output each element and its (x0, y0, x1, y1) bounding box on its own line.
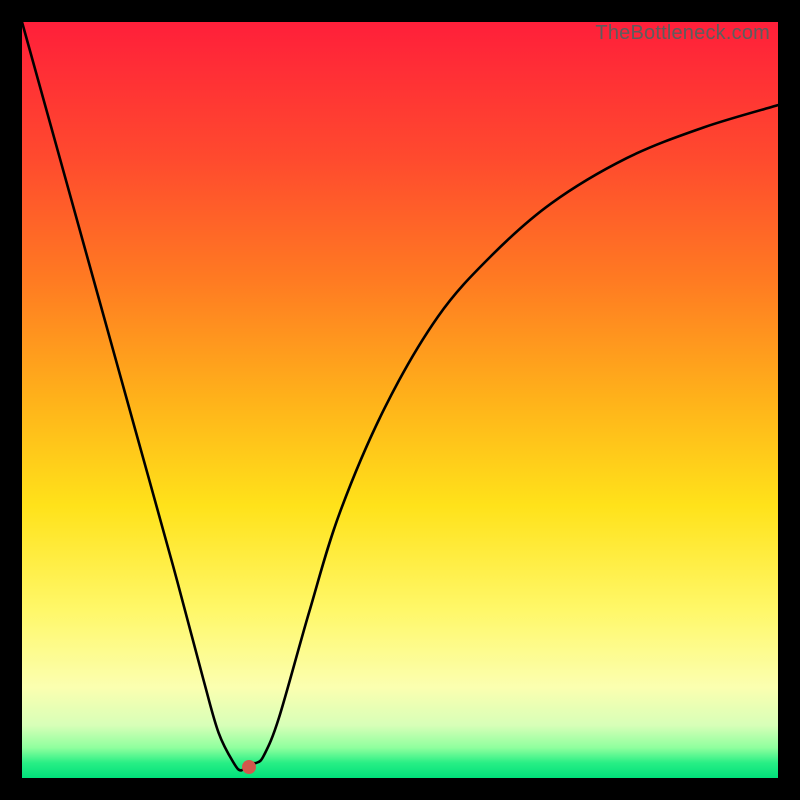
optimal-marker (242, 760, 256, 774)
bottleneck-curve (22, 22, 778, 778)
plot-area: TheBottleneck.com (22, 22, 778, 778)
chart-frame: TheBottleneck.com (0, 0, 800, 800)
